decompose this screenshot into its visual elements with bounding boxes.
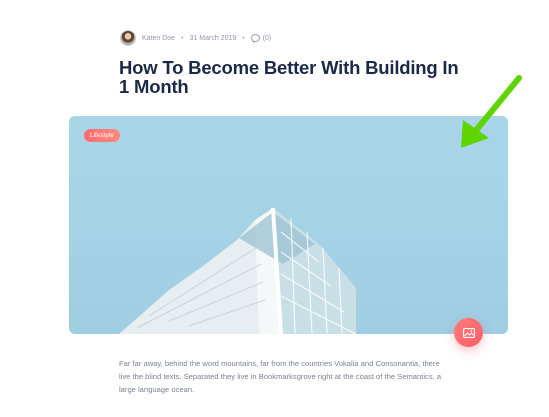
post-excerpt: Far far away, behind the word mountains,… <box>119 359 442 395</box>
meta-separator: • <box>181 34 184 42</box>
post-meta: Katen Doe • 31 March 2019 • (0) <box>120 30 271 46</box>
post-title[interactable]: How To Become Better With Building In 1 … <box>119 58 459 96</box>
building-illustration <box>119 208 357 334</box>
featured-image[interactable] <box>69 116 508 334</box>
arrow-icon <box>461 75 522 148</box>
image-icon <box>462 327 475 338</box>
post-format-button[interactable] <box>454 318 483 347</box>
meta-separator: • <box>242 34 245 42</box>
comment-icon <box>250 34 260 43</box>
author-avatar[interactable] <box>120 30 136 46</box>
author-name[interactable]: Katen Doe <box>142 35 175 42</box>
comment-count-label: (0) <box>262 34 272 42</box>
category-badge[interactable]: Lifestyle <box>84 129 120 142</box>
post-date: 31 March 2019 <box>189 34 237 42</box>
comment-count[interactable]: (0) <box>250 34 272 43</box>
